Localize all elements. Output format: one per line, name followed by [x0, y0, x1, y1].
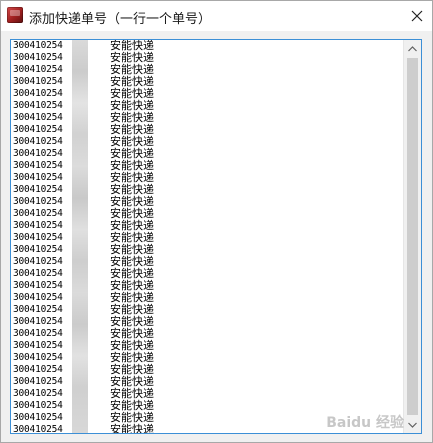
- tracking-number: 300410254: [13, 184, 63, 195]
- tracking-number: 300410254: [13, 292, 63, 303]
- tracking-number: 300410254: [13, 52, 63, 63]
- tracking-number: 300410254: [13, 136, 63, 147]
- close-icon: [411, 10, 423, 22]
- tracking-number: 300410254: [13, 160, 63, 171]
- tracking-number: 300410254: [13, 388, 63, 399]
- tracking-number: 300410254: [13, 112, 63, 123]
- tracking-number: 300410254: [13, 64, 63, 75]
- tracking-number: 300410254: [13, 196, 63, 207]
- tracking-number: 300410254: [13, 316, 63, 327]
- dialog-window: 添加快递单号（一行一个单号） 300410254 安能快递 300410254 安能快…: [0, 0, 433, 443]
- scroll-up-arrow-icon: [408, 45, 417, 51]
- tracking-number: 300410254: [13, 424, 63, 434]
- tracking-number: 300410254: [13, 340, 63, 351]
- app-icon: [7, 7, 23, 23]
- tracking-number: 300410254: [13, 304, 63, 315]
- scroll-down-button[interactable]: [404, 416, 421, 433]
- close-button[interactable]: [402, 1, 432, 31]
- scroll-up-button[interactable]: [404, 40, 421, 57]
- tracking-number: 300410254: [13, 232, 63, 243]
- tracking-number: 300410254: [13, 280, 63, 291]
- tracking-number: 300410254: [13, 172, 63, 183]
- tracking-number: 300410254: [13, 352, 63, 363]
- tracking-number: 300410254: [13, 376, 63, 387]
- redaction-blur: [72, 40, 88, 433]
- scrollbar-thumb[interactable]: [407, 58, 418, 415]
- vertical-scrollbar[interactable]: [403, 40, 421, 433]
- tracking-number: 300410254: [13, 100, 63, 111]
- dialog-body: 300410254 安能快递 300410254 安能快递 300410254 安能快递 3…: [1, 31, 432, 442]
- tracking-number: 300410254: [13, 220, 63, 231]
- tracking-number: 300410254: [13, 40, 63, 51]
- tracking-number: 300410254: [13, 364, 63, 375]
- tracking-number: 300410254: [13, 328, 63, 339]
- title-bar[interactable]: 添加快递单号（一行一个单号）: [1, 1, 432, 31]
- courier-name: 安能快递: [110, 423, 154, 434]
- tracking-number: 300410254: [13, 412, 63, 423]
- tracking-number: 300410254: [13, 76, 63, 87]
- tracking-number: 300410254: [13, 124, 63, 135]
- tracking-number: 300410254: [13, 148, 63, 159]
- tracking-numbers-textarea[interactable]: 300410254 安能快递 300410254 安能快递 300410254 安能快递 3…: [10, 39, 422, 434]
- tracking-number: 300410254: [13, 400, 63, 411]
- tracking-number: 300410254: [13, 256, 63, 267]
- tracking-number: 300410254: [13, 268, 63, 279]
- tracking-number: 300410254: [13, 208, 63, 219]
- window-title: 添加快递单号（一行一个单号）: [29, 12, 212, 27]
- tracking-number: 300410254: [13, 244, 63, 255]
- tracking-number: 300410254: [13, 88, 63, 99]
- scroll-down-arrow-icon: [408, 422, 417, 428]
